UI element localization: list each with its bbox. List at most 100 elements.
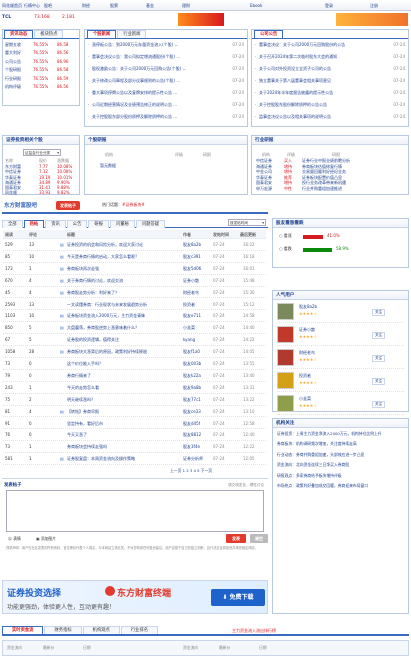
forum-tab[interactable]: 全部 xyxy=(2,220,23,228)
post-title[interactable]: 券商板块再次走强 xyxy=(67,263,179,275)
post-author[interactable]: 股友f1a0 xyxy=(183,346,211,358)
post-author[interactable]: 小韭菜 xyxy=(183,322,211,334)
forum-row[interactable]: 76 0 今天又涨了 股友8812 07-24 12:40 xyxy=(3,429,266,442)
forum-row[interactable]: 670 4 ▤ 关于券商行情的讨论，欢迎交流 证券小散 07-24 15:48 xyxy=(3,275,266,287)
related-stock-name[interactable]: 海通证券 xyxy=(5,180,21,185)
news-title[interactable]: 董事会决议公告：我公司拟定增流通股份(个股) ... xyxy=(92,54,180,59)
follow-button[interactable]: 关注 xyxy=(372,309,386,316)
left-list-item[interactable]: 行业研报 76.55% 86.59 xyxy=(5,75,77,83)
news-title[interactable]: 关于2024年半年度报告披露的提示性公告 xyxy=(259,90,333,95)
post-title[interactable]: 证券股的投资逻辑，值得关注 xyxy=(67,334,179,346)
hot-topic-link[interactable]: #证券板块# xyxy=(122,202,145,207)
post-author[interactable]: kyang xyxy=(183,334,211,346)
news-item[interactable]: · 董事会决议公告：我公司拟定增流通股份(个股) ... 07-24 xyxy=(88,52,244,62)
user-card[interactable]: 投资者 ★★★★☆ 关注 xyxy=(277,370,404,392)
forum-row[interactable]: 79 0 券商行情来了 股友k22a 07-24 13:40 xyxy=(3,370,266,382)
news-item[interactable]: · 关于2024年半年度报告披露的提示性公告 07-24 xyxy=(255,88,405,98)
news-item[interactable]: · 关于修改公司章程及部分议事规则的公告(个股) ... 07-24 xyxy=(88,76,244,86)
post-title[interactable]: 券商行情来了 xyxy=(67,370,179,382)
org-item[interactable]: 券商板块：机构调研频次增加，关注度持续走高 xyxy=(277,441,404,446)
left-list-item[interactable]: 星期五收 76.55% 86.58 xyxy=(5,41,77,49)
news-title[interactable]: 监事会决议公告以及相关事项的说明公告 xyxy=(259,114,331,119)
post-author[interactable]: 股友d45f xyxy=(183,418,211,430)
forum-row[interactable]: 75 2 明天继续涨吗？ 股友77c1 07-24 13:22 xyxy=(3,394,266,406)
login-link[interactable]: 登录 xyxy=(325,0,333,11)
related-stock-name[interactable]: 中信证券 xyxy=(5,169,21,174)
avatar[interactable] xyxy=(277,349,294,366)
nav-link-3[interactable]: 基金 xyxy=(146,0,154,11)
post-author[interactable]: 股友ce33 xyxy=(183,406,211,418)
post-author[interactable]: 股友3f4e xyxy=(183,441,211,453)
nav-link-5[interactable]: Ebook xyxy=(250,0,262,11)
left-list-item[interactable]: 个股研报 76.55% 86.58 xyxy=(5,66,77,74)
news-title[interactable]: 重大事项停牌公告以及复牌安排的提示性公告 ... xyxy=(92,90,177,95)
post-title[interactable]: 今天的走势怎么看 xyxy=(67,382,179,394)
post-button[interactable]: 发表帖子 xyxy=(56,201,80,210)
industry-select[interactable]: 证监会行业分类 ▾ xyxy=(23,149,61,156)
home-link[interactable]: 同花顺首页 xyxy=(2,0,22,11)
post-author[interactable]: 股友5d06 xyxy=(183,263,211,275)
forum-tab[interactable]: 热帖 xyxy=(23,220,45,228)
forum-tab[interactable]: 问董秘 xyxy=(109,220,135,228)
forum-row[interactable]: 2593 13 一文读懂券商：行业现状与未来发展趋势分析 投资者 07-24 15:12 xyxy=(3,299,266,311)
post-title[interactable]: 券商股走势分析：利好来了？ xyxy=(67,287,179,299)
post-author[interactable]: 证券分析师 xyxy=(183,453,211,465)
pager[interactable]: 上一页 1 2 3 4 5 下一页 xyxy=(170,468,212,474)
user-name[interactable]: 小韭菜 xyxy=(299,396,311,402)
avatar[interactable] xyxy=(277,303,294,320)
post-title[interactable]: 【转帖】券商早报 xyxy=(67,406,179,418)
post-author[interactable]: 投资者 xyxy=(183,299,211,311)
related-row[interactable]: 同花顺 33.93 9.82% xyxy=(5,190,77,195)
industry-row[interactable]: 申万宏源 中性 行业并购重组加速推进 xyxy=(256,186,406,192)
forum-row[interactable]: 1058 28 ▤ 券商板块大涨背后的原因，政策利好持续释放 股友f1a0 07-24 14… xyxy=(3,346,266,358)
forum-row[interactable]: 67 5 证券股的投资逻辑，值得关注 kyang 07-24 14:22 xyxy=(3,334,266,347)
forum-row[interactable]: 45 4 ▤ 券商股走势分析：利好来了？ 财经老鸟 07-24 15:30 xyxy=(3,287,266,299)
tab-stock-news[interactable]: 个股新闻 xyxy=(87,30,117,38)
news-title[interactable]: 股权激励公告：关于公司2000万元回购公告(个股) ... xyxy=(92,66,186,71)
post-author[interactable]: 股友8a2b xyxy=(183,239,211,251)
post-author[interactable]: 股友c391 xyxy=(183,251,211,263)
emoji-option[interactable]: ☺ 表情 xyxy=(8,536,21,542)
submit-button[interactable]: 发表 xyxy=(226,534,246,543)
tab-industry-news[interactable]: 行业新闻 xyxy=(117,30,147,38)
user-card[interactable]: 证券小散 ★★★★☆ 关注 xyxy=(277,324,404,346)
reply-textarea[interactable] xyxy=(6,490,264,532)
news-title[interactable]: 关于控股股东部分股份质押及解除质押的公告 ... xyxy=(92,114,177,119)
quote-center-link[interactable]: 行情中心 xyxy=(24,0,40,11)
post-title[interactable]: 明天继续涨吗？ xyxy=(67,394,179,406)
news-item[interactable]: · 公司近期经营情况及业绩预告修正的说明公告 ... 07-24 xyxy=(88,100,244,110)
org-item[interactable]: 研报观点：多家券商给予板块增持评级 xyxy=(277,473,404,478)
news-item[interactable]: · 监事会决议公告以及相关事项的说明公告 07-24 xyxy=(255,112,405,122)
post-title[interactable]: 关于券商行情的讨论，欢迎交流 xyxy=(67,275,179,287)
user-card[interactable]: 财经老鸟 ★★★★☆ 关注 xyxy=(277,347,404,369)
post-author[interactable]: 股友9a8b xyxy=(183,382,211,394)
vote-down[interactable]: ○ 看跌 xyxy=(279,246,292,252)
reset-button[interactable]: 清空 xyxy=(250,534,268,543)
related-stock-name[interactable]: 国泰君安 xyxy=(5,185,21,190)
post-title[interactable]: 证券板块资金流入2000万元，主力资金青睐 xyxy=(67,310,179,322)
post-title[interactable]: 一文读懂券商：行业现状与未来发展趋势分析 xyxy=(67,299,179,311)
related-stock-name[interactable]: 同花顺 xyxy=(5,190,17,195)
user-name[interactable]: 股友8a2b xyxy=(299,304,317,310)
org-item[interactable]: 证券投资：上周主力资金净流入2000万元，机构持仓比例上升 xyxy=(277,431,404,436)
post-title[interactable]: 今天又涨了 xyxy=(67,429,179,441)
related-stock-name[interactable]: 华泰证券 xyxy=(5,175,21,180)
forum-link[interactable]: 股吧 xyxy=(44,0,52,11)
post-author[interactable]: 股友e711 xyxy=(183,310,211,322)
forum-tab[interactable]: 公告 xyxy=(66,220,88,228)
industry-report[interactable]: 行业并购重组加速推进 xyxy=(302,186,342,192)
forum-row[interactable]: 1103 10 ▤ 证券板块资金流入2000万元，主力资金青睐 股友e711 07-24 1… xyxy=(3,310,266,323)
forum-row[interactable]: 73 0 这个价位能入手吗？ 股友003b 07-24 13:55 xyxy=(3,358,266,370)
left-list-item[interactable]: 机构评级 76.55% 86.56 xyxy=(5,83,77,91)
register-link[interactable]: 注册 xyxy=(370,0,378,11)
forum-tab[interactable]: 资讯 xyxy=(45,220,66,228)
nav-link-2[interactable]: 股票 xyxy=(110,0,118,11)
post-title[interactable]: 券商板块会持续走强吗 xyxy=(67,441,179,453)
news-item[interactable]: · 独立董事关于第八届董事会相关事项意见 07-24 xyxy=(255,76,405,86)
tab-left-hot[interactable]: 板块热点 xyxy=(34,30,64,38)
post-title[interactable]: 大盘震荡，券商股逆势上涨意味着什么？ xyxy=(67,322,179,334)
user-name[interactable]: 财经老鸟 xyxy=(299,350,315,356)
news-item[interactable]: · 关于控股股东部分股份质押及解除质押的公告 ... 07-24 xyxy=(88,112,244,122)
forum-row[interactable]: 581 1 ▤ 证券股复盘：本周资金流向及操作策略 证券分析师 07-24 12:05 xyxy=(3,453,266,466)
org-item[interactable]: 资金流向：北向资金连续三日净买入券商股 xyxy=(277,462,404,467)
